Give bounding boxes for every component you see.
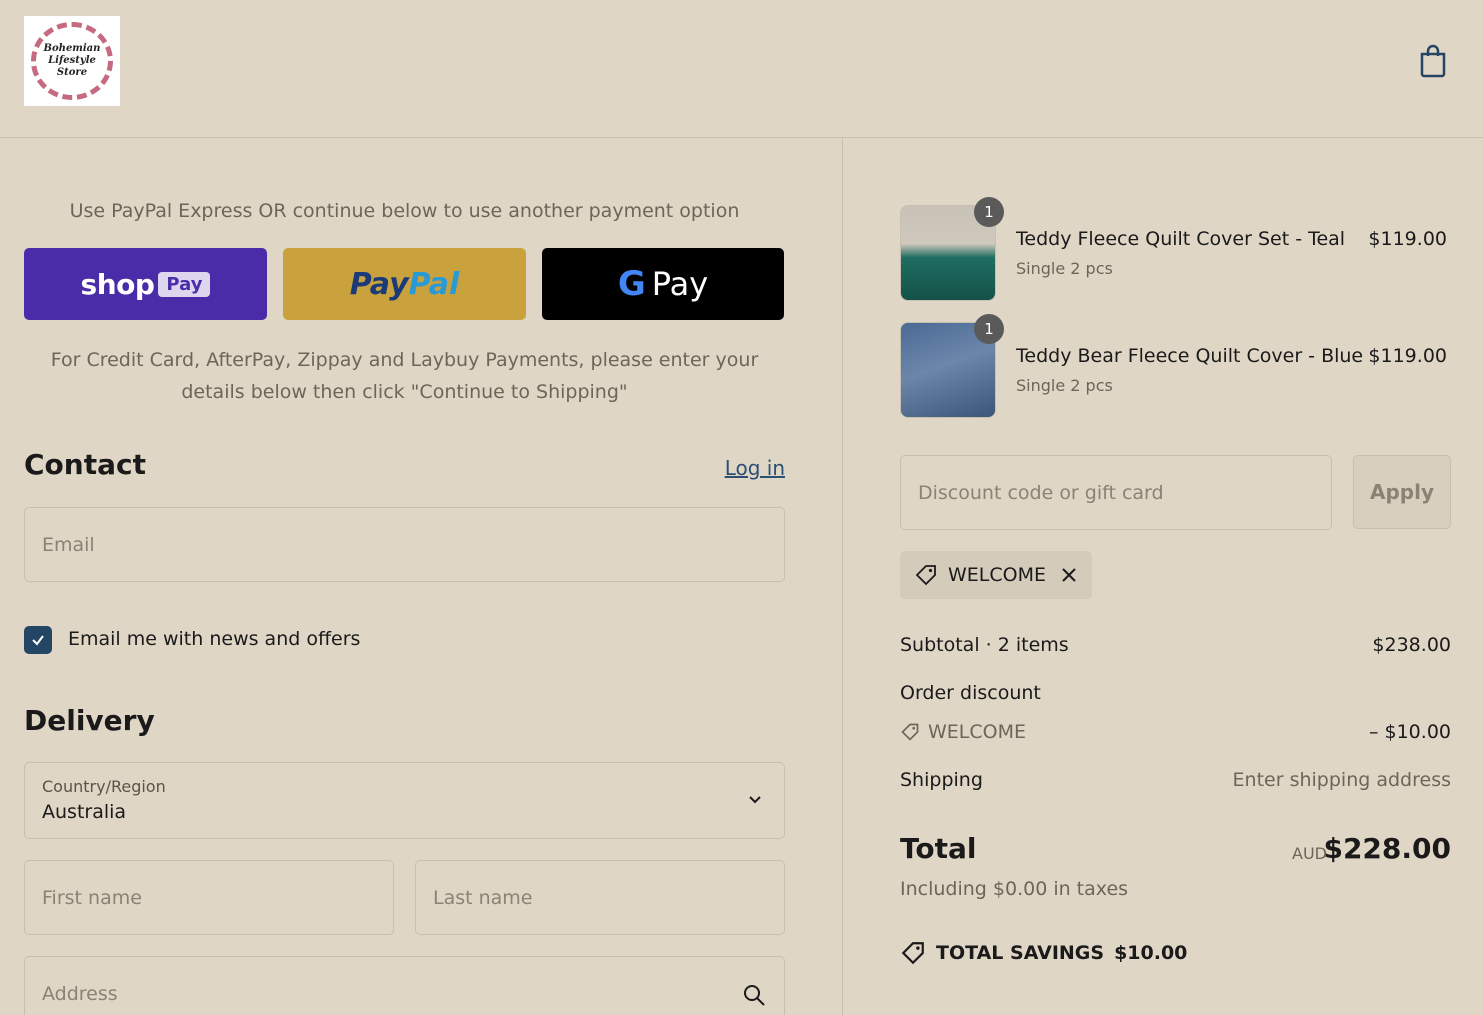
delivery-title: Delivery xyxy=(24,704,155,737)
contact-title: Contact xyxy=(24,448,146,481)
shipping-value: Enter shipping address xyxy=(1232,769,1451,791)
savings-label: TOTAL SAVINGS xyxy=(936,942,1105,964)
paypal-button[interactable]: PayPal xyxy=(283,248,526,320)
chevron-down-icon xyxy=(749,796,761,804)
taxes-note: Including $0.00 in taxes xyxy=(900,878,1129,900)
product-price: $119.00 xyxy=(1368,345,1447,367)
address-field[interactable]: Address xyxy=(24,956,785,1015)
discount-code-name: WELCOME xyxy=(928,721,1026,743)
shop-wordmark: shop xyxy=(80,267,155,301)
applied-code: WELCOME xyxy=(948,564,1046,586)
shop-pay-badge: Pay xyxy=(158,271,211,297)
savings-value: $10.00 xyxy=(1114,942,1188,964)
discount-value: – $10.00 xyxy=(1368,721,1451,743)
total-label: Total xyxy=(900,832,977,865)
search-icon xyxy=(744,985,765,1006)
credit-card-note: For Credit Card, AfterPay, Zippay and La… xyxy=(50,349,759,403)
product-name: Teddy Fleece Quilt Cover Set - Teal xyxy=(1016,228,1346,250)
checkmark-icon xyxy=(32,635,44,646)
apply-discount-button[interactable]: Apply xyxy=(1353,455,1451,529)
newsletter-checkbox[interactable] xyxy=(24,626,52,654)
google-pay-wordmark: G Pay xyxy=(617,264,709,304)
tag-icon xyxy=(901,942,924,965)
product-name: Teddy Bear Fleece Quilt Cover - Blue xyxy=(1016,345,1364,367)
logo-text: Bohemian Lifestyle Store xyxy=(43,43,101,78)
product-price: $119.00 xyxy=(1368,228,1447,250)
last-name-field[interactable]: Last name xyxy=(415,860,785,935)
last-name-placeholder: Last name xyxy=(433,886,533,909)
applied-discount-chip: WELCOME xyxy=(900,551,1092,599)
country-value: Australia xyxy=(42,801,127,823)
subtotal-value: $238.00 xyxy=(1372,634,1451,656)
subtotal-label: Subtotal · 2 items xyxy=(900,634,1069,656)
discount-code-input[interactable]: Discount code or gift card xyxy=(900,455,1332,530)
header: Bohemian Lifestyle Store xyxy=(0,0,1483,138)
first-name-placeholder: First name xyxy=(42,886,142,909)
tag-icon xyxy=(901,723,919,741)
newsletter-label: Email me with news and offers xyxy=(68,628,361,650)
quantity-badge: 1 xyxy=(974,197,1004,227)
first-name-field[interactable]: First name xyxy=(24,860,394,935)
quantity-badge: 1 xyxy=(974,314,1004,344)
express-checkout-note: Use PayPal Express OR continue below to … xyxy=(69,200,740,222)
email-field[interactable]: Email xyxy=(24,507,785,582)
shipping-label: Shipping xyxy=(900,769,983,791)
product-variant: Single 2 pcs xyxy=(1016,376,1113,395)
login-link[interactable]: Log in xyxy=(725,456,785,480)
close-icon[interactable] xyxy=(1060,566,1078,584)
shop-pay-button[interactable]: shop Pay xyxy=(24,248,267,320)
tag-icon xyxy=(915,565,936,586)
country-label: Country/Region xyxy=(42,777,166,796)
email-placeholder: Email xyxy=(42,533,95,556)
product-variant: Single 2 pcs xyxy=(1016,259,1113,278)
google-g-icon: G xyxy=(617,264,646,304)
address-placeholder: Address xyxy=(42,982,118,1005)
shopping-bag-icon[interactable] xyxy=(1418,44,1448,78)
paypal-wordmark: PayPal xyxy=(349,266,460,302)
google-pay-button[interactable]: G Pay xyxy=(542,248,784,320)
total-value: $228.00 xyxy=(1323,832,1451,865)
total-currency: AUD xyxy=(1292,844,1327,863)
discount-code-row: WELCOME xyxy=(900,721,1026,743)
logo-wreath: Bohemian Lifestyle Store xyxy=(31,22,113,100)
store-logo[interactable]: Bohemian Lifestyle Store xyxy=(24,16,120,106)
country-select[interactable]: Country/Region Australia xyxy=(24,762,785,839)
order-discount-label: Order discount xyxy=(900,682,1041,704)
column-divider xyxy=(842,138,843,1015)
total-savings: TOTAL SAVINGS $10.00 xyxy=(900,940,1187,966)
discount-placeholder: Discount code or gift card xyxy=(918,481,1164,504)
